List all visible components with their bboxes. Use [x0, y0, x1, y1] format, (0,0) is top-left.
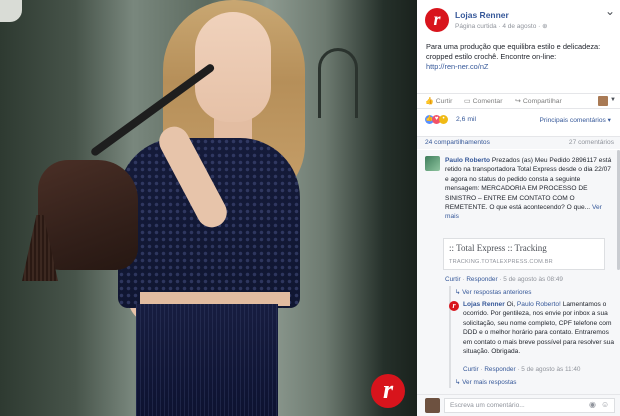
link-preview-card[interactable]: :: Total Express :: Tracking TRACKING.TO…	[443, 238, 605, 270]
reply-meta: Curtir · Responder · 5 de agosto às 11:4…	[463, 366, 581, 373]
previous-replies-link[interactable]: ↳ Ver respostas anteriores	[455, 288, 531, 296]
share-button[interactable]: ↪ Compartilhar	[515, 97, 562, 105]
share-icon: ↪	[515, 98, 521, 105]
post-link[interactable]: http://ren-ner.co/nZ	[426, 62, 614, 72]
emoji-icon[interactable]: ☺	[601, 400, 609, 409]
post-header: r Lojas Renner Página curtida · 4 de ago…	[425, 8, 615, 34]
comments-count[interactable]: 27 comentários	[569, 139, 614, 146]
page-avatar[interactable]: r	[425, 8, 449, 32]
chevron-down-icon[interactable]: ▼	[610, 97, 616, 103]
engagement-counts: 24 compartilhamentos 27 comentários	[417, 136, 620, 149]
reply-time: 5 de agosto às 11:40	[521, 366, 581, 373]
door-arch	[318, 48, 358, 118]
renner-watermark-logo: r	[371, 374, 405, 408]
reply-author-avatar[interactable]: r	[449, 301, 459, 311]
viewer-avatar[interactable]	[425, 398, 440, 413]
reply-arrow-icon: ↳	[455, 379, 461, 386]
comment-like-link[interactable]: Curtir	[445, 276, 461, 283]
shares-count[interactable]: 24 compartilhamentos	[425, 139, 490, 146]
post-actions: 👍 Curtir ▭ Comentar ↪ Compartilhar ▼	[417, 93, 620, 109]
reactions-row[interactable]: 👍 ♥ • 2,6 mil Principais comentários ▾	[425, 115, 615, 127]
page-name[interactable]: Lojas Renner	[455, 10, 509, 20]
reply-author[interactable]: Lojas Renner	[463, 301, 505, 308]
thumbs-up-icon: 👍	[425, 98, 434, 105]
comment-button[interactable]: ▭ Comentar	[464, 97, 502, 105]
lamp-shape	[0, 0, 22, 22]
post-text: Para uma produção que equilibra estilo e…	[426, 42, 614, 72]
link-preview-title: :: Total Express :: Tracking	[449, 243, 547, 253]
comment-text: Paulo Roberto Prezados (as) Meu Pedido 2…	[445, 156, 615, 222]
reply-like-link[interactable]: Curtir	[463, 366, 479, 373]
post-caption: Para uma produção que equilibra estilo e…	[426, 42, 601, 61]
link-preview-domain: TRACKING.TOTALEXPRESS.COM.BR	[449, 259, 553, 265]
comment-body: Prezados (as) Meu Pedido 2896117 está re…	[445, 157, 612, 212]
commenter-avatar[interactable]	[425, 156, 440, 171]
reply-arrow-icon: ↳	[455, 289, 461, 296]
globe-icon: ⊕	[542, 23, 548, 30]
reply-body: Lamentamos o ocorrido. Por gentileza, no…	[463, 301, 614, 356]
comment-composer: Escreva um comentário... ◉ ☺	[417, 394, 620, 416]
reaction-count[interactable]: 2,6 mil	[456, 116, 476, 123]
post-photo[interactable]: r	[0, 0, 417, 416]
comment-author[interactable]: Paulo Roberto	[445, 157, 490, 164]
post-meta: Página curtida · 4 de agosto · ⊕	[455, 22, 548, 30]
reply-respond-link[interactable]: Responder	[484, 366, 515, 373]
wow-reaction-icon: •	[439, 115, 448, 124]
like-button[interactable]: 👍 Curtir	[425, 97, 452, 105]
viewer-avatar[interactable]	[598, 96, 608, 106]
reply-text: Lojas Renner Oi, Paulo Roberto! Lamentam…	[463, 300, 615, 356]
comments-list: Paulo Roberto Prezados (as) Meu Pedido 2…	[417, 150, 620, 394]
post-date: Página curtida · 4 de agosto ·	[455, 23, 541, 30]
post-panel: ⌄ r Lojas Renner Página curtida · 4 de a…	[417, 0, 620, 416]
comment-time: 5 de agosto às 08:49	[503, 276, 563, 283]
comment-icon: ▭	[464, 98, 471, 105]
more-replies-link[interactable]: ↳ Ver mais respostas	[455, 378, 516, 386]
comment-meta: Curtir · Responder · 5 de agosto às 08:4…	[445, 276, 563, 283]
comment-sort-dropdown[interactable]: Principais comentários ▾	[540, 116, 611, 124]
leather-bag	[38, 160, 138, 270]
knit-skirt	[136, 304, 278, 416]
reply-mention[interactable]: Paulo Roberto!	[517, 301, 561, 308]
reply-greeting: Oi,	[504, 301, 517, 308]
camera-icon[interactable]: ◉	[589, 400, 596, 409]
comment-reply-link[interactable]: Responder	[466, 276, 497, 283]
